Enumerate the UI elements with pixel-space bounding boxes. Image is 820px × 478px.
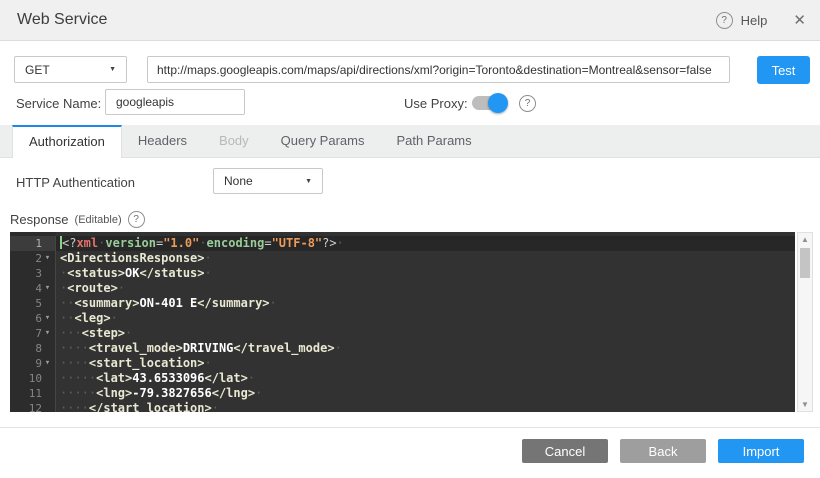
- tab-body: Body: [203, 125, 265, 157]
- service-name-label: Service Name:: [16, 96, 101, 111]
- fold-toggle-icon[interactable]: ▾: [42, 281, 53, 296]
- code-line[interactable]: 4▾·<route>·: [10, 281, 795, 296]
- service-name-input[interactable]: [105, 89, 245, 115]
- line-number: 1: [10, 236, 56, 251]
- cancel-button[interactable]: Cancel: [522, 439, 608, 463]
- line-number: 10: [10, 371, 56, 386]
- fold-toggle-icon[interactable]: ▾: [42, 311, 53, 326]
- response-help-icon[interactable]: ?: [128, 211, 145, 228]
- line-number: 5: [10, 296, 56, 311]
- response-label: Response: [10, 212, 69, 227]
- http-authentication-label: HTTP Authentication: [16, 175, 135, 190]
- code-line[interactable]: 10·····<lat>43.6533096</lat>·: [10, 371, 795, 386]
- fold-toggle-icon[interactable]: ▾: [42, 356, 53, 371]
- code-line[interactable]: 7▾···<step>·: [10, 326, 795, 341]
- close-icon[interactable]: ✕: [793, 11, 806, 29]
- scroll-down-icon[interactable]: ▼: [798, 400, 812, 409]
- http-method-value: GET: [25, 63, 50, 77]
- line-number: 6▾: [10, 311, 56, 326]
- toggle-knob: [488, 93, 508, 113]
- url-input[interactable]: [147, 56, 730, 83]
- tab-bar: AuthorizationHeadersBodyQuery ParamsPath…: [0, 125, 820, 158]
- scroll-up-icon[interactable]: ▲: [798, 235, 812, 244]
- line-number: 9▾: [10, 356, 56, 371]
- code-line[interactable]: 11·····<lng>-79.3827656</lng>·: [10, 386, 795, 401]
- chevron-down-icon: ▼: [109, 66, 116, 73]
- page-title: Web Service: [17, 11, 107, 29]
- back-button[interactable]: Back: [620, 439, 706, 463]
- line-number: 11: [10, 386, 56, 401]
- use-proxy-label: Use Proxy:: [404, 96, 468, 111]
- editor-scrollbar[interactable]: ▲ ▼: [797, 232, 813, 412]
- http-method-select[interactable]: GET ▼: [14, 56, 127, 83]
- import-button[interactable]: Import: [718, 439, 804, 463]
- help-question-icon[interactable]: ?: [716, 12, 733, 29]
- code-line[interactable]: 12····</start_location>·: [10, 401, 795, 412]
- scrollbar-thumb[interactable]: [800, 248, 810, 278]
- line-number: 8: [10, 341, 56, 356]
- line-number: 7▾: [10, 326, 56, 341]
- tab-query-params[interactable]: Query Params: [265, 125, 381, 157]
- fold-toggle-icon[interactable]: ▾: [42, 251, 53, 266]
- line-number: 4▾: [10, 281, 56, 296]
- line-number: 2▾: [10, 251, 56, 266]
- test-button[interactable]: Test: [757, 56, 810, 84]
- response-code-editor[interactable]: 1<?xml·version="1.0"·encoding="UTF-8"?>·…: [10, 232, 795, 412]
- code-line[interactable]: 1<?xml·version="1.0"·encoding="UTF-8"?>·: [10, 236, 795, 251]
- code-line[interactable]: 9▾····<start_location>·: [10, 356, 795, 371]
- help-link[interactable]: Help: [741, 13, 768, 28]
- tab-headers[interactable]: Headers: [122, 125, 203, 157]
- http-authentication-value: None: [224, 174, 253, 188]
- footer-buttons: Cancel Back Import: [522, 439, 804, 463]
- http-authentication-select[interactable]: None ▼: [213, 168, 323, 194]
- code-line[interactable]: 2▾<DirectionsResponse>·: [10, 251, 795, 266]
- footer-divider: [0, 427, 820, 428]
- code-line[interactable]: 8····<travel_mode>DRIVING</travel_mode>·: [10, 341, 795, 356]
- response-editable-label: (Editable): [75, 214, 122, 226]
- line-number: 3: [10, 266, 56, 281]
- code-line[interactable]: 6▾··<leg>·: [10, 311, 795, 326]
- code-line[interactable]: 3·<status>OK</status>·: [10, 266, 795, 281]
- tab-path-params[interactable]: Path Params: [380, 125, 487, 157]
- tab-authorization[interactable]: Authorization: [12, 125, 122, 158]
- fold-toggle-icon[interactable]: ▾: [42, 326, 53, 341]
- dialog-titlebar: Web Service ? Help ✕: [0, 0, 820, 41]
- use-proxy-toggle[interactable]: [472, 96, 506, 110]
- proxy-help-icon[interactable]: ?: [519, 95, 536, 112]
- line-number: 12: [10, 401, 56, 412]
- code-line[interactable]: 5··<summary>ON-401 E</summary>·: [10, 296, 795, 311]
- chevron-down-icon: ▼: [305, 178, 312, 185]
